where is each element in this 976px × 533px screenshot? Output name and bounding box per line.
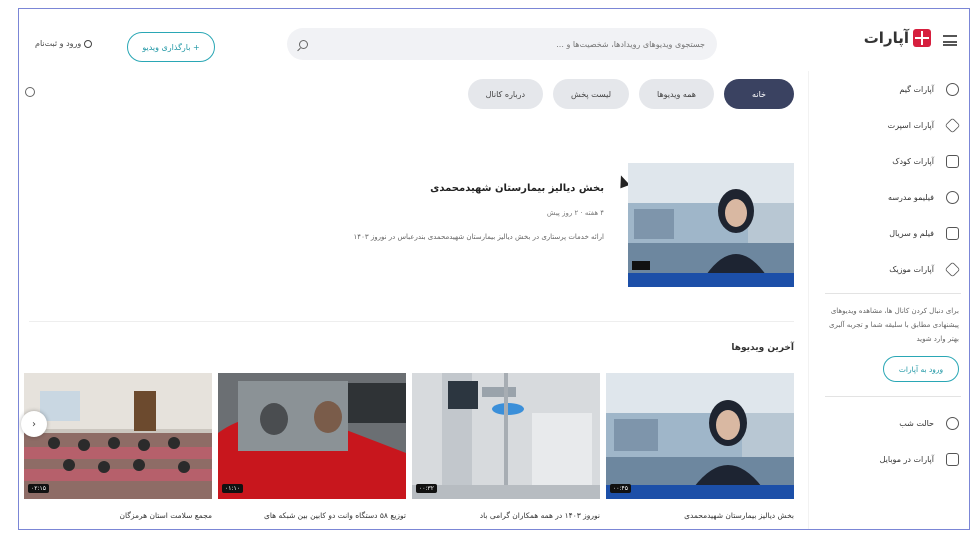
aparat-logo-icon xyxy=(913,29,931,47)
tab-playlists[interactable]: لیست پخش xyxy=(553,79,630,109)
login-link[interactable]: ورود و ثبت‌نام xyxy=(35,39,93,48)
video-title[interactable]: نوروز ۱۴۰۳ در همه همکاران گرامی باد xyxy=(412,511,600,520)
video-card[interactable]: ۰۱:۱۰ توزیع ۵۸ دستگاه وانت دو کابین بین … xyxy=(218,373,406,523)
logo-text: آپارات xyxy=(863,29,909,47)
sidebar-item-music[interactable]: آپارات موزیک xyxy=(817,251,969,287)
featured-title[interactable]: بخش دیالیز بیمارستان شهیدمحمدی xyxy=(430,183,604,194)
video-thumbnail[interactable]: ۰۰:۴۵ xyxy=(606,373,794,499)
video-title[interactable]: توزیع ۵۸ دستگاه وانت دو کابین بین شبکه ه… xyxy=(218,511,406,520)
tab-all-videos[interactable]: همه ویدیوها xyxy=(639,79,714,109)
video-thumbnail[interactable]: ۰۲:۱۵ xyxy=(24,373,212,499)
kids-icon xyxy=(946,154,959,168)
channel-main: خانه همه ویدیوها لیست پخش درباره کانال ب… xyxy=(19,71,809,529)
sidebar-item-label: فیلم و سریال xyxy=(889,228,934,238)
sidebar-item-game[interactable]: آپارات گیم xyxy=(817,71,969,107)
sidebar-divider xyxy=(825,396,961,397)
section-divider xyxy=(29,321,794,322)
video-duration-badge: ۰۲:۱۵ xyxy=(28,484,49,493)
mobile-icon xyxy=(946,452,959,466)
sidebar-item-kids[interactable]: آپارات کودک xyxy=(817,143,969,179)
video-duration-badge: ۰۰:۴۵ xyxy=(610,484,631,493)
tab-about[interactable]: درباره کانال xyxy=(467,79,544,109)
gamepad-icon xyxy=(946,82,959,96)
music-icon xyxy=(944,261,961,277)
sport-icon xyxy=(944,117,961,133)
featured-meta: ۴ هفته · ۲ روز پیش xyxy=(546,209,604,217)
sidebar-item-label: آپارات اسپرت xyxy=(887,120,934,130)
sidebar-login-note: برای دنبال کردن کانال ها، مشاهده ویدیوها… xyxy=(828,307,959,343)
mobile-app-label: آپارات در موبایل xyxy=(879,454,934,464)
sidebar-item-label: آپارات گیم xyxy=(899,84,934,94)
video-duration-badge: ۰۰:۳۲ xyxy=(416,484,437,493)
latest-videos-title[interactable]: آخرین ویدیوها xyxy=(731,343,794,353)
video-duration-badge: ۰۱:۱۰ xyxy=(222,484,243,493)
login-label: ورود و ثبت‌نام xyxy=(35,39,82,48)
sidebar-item-sport[interactable]: آپارات اسپرت xyxy=(817,107,969,143)
thumbnail-image xyxy=(218,373,406,499)
search-input[interactable] xyxy=(316,39,705,49)
video-card[interactable]: ۰۰:۳۲ نوروز ۱۴۰۳ در همه همکاران گرامی با… xyxy=(412,373,600,523)
tab-home[interactable]: خانه xyxy=(724,79,794,109)
user-icon xyxy=(84,39,93,48)
video-title[interactable]: مجمع سلامت استان هرمزگان xyxy=(24,511,212,520)
sidebar: آپارات گیم آپارات اسپرت آپارات کودک فیلی… xyxy=(817,71,969,529)
sidebar-item-label: آپارات کودک xyxy=(892,156,934,166)
video-title[interactable]: بخش دیالیز بیمارستان شهیدمحمدی xyxy=(606,511,794,520)
upload-video-button[interactable]: + بارگذاری ویدیو xyxy=(127,32,215,62)
video-thumbnail[interactable]: ۰۱:۱۰ xyxy=(218,373,406,499)
sidebar-item-label: فیلیمو مدرسه xyxy=(888,192,934,202)
video-card[interactable]: ۰۰:۴۵ بخش دیالیز بیمارستان شهیدمحمدی xyxy=(606,373,794,523)
logo[interactable]: آپارات xyxy=(864,29,931,47)
night-mode-item[interactable]: حالت شب xyxy=(817,405,969,441)
school-icon xyxy=(946,190,959,204)
featured-description: ارائه خدمات پرستاری در بخش دیالیز بیمارس… xyxy=(353,233,604,241)
carousel-prev-button[interactable]: ‹ xyxy=(21,411,47,437)
search-bar[interactable] xyxy=(287,28,717,60)
browser-frame: آپارات + بارگذاری ویدیو ورود و ثبت‌نام آ… xyxy=(18,8,970,530)
night-mode-label: حالت شب xyxy=(899,418,934,428)
featured-video[interactable]: بخش دیالیز بیمارستان شهیدمحمدی ۴ هفته · … xyxy=(19,163,794,293)
thumbnail-image xyxy=(412,373,600,499)
thumbnail-image xyxy=(24,373,212,499)
channel-search-icon[interactable] xyxy=(25,87,35,97)
thumbnail-image xyxy=(606,373,794,499)
featured-thumbnail-image xyxy=(628,163,794,287)
mobile-app-item[interactable]: آپارات در موبایل xyxy=(817,441,969,477)
film-icon xyxy=(946,226,959,240)
video-card[interactable]: ۰۲:۱۵ مجمع سلامت استان هرمزگان xyxy=(24,373,212,523)
video-thumbnail[interactable]: ۰۰:۳۲ xyxy=(412,373,600,499)
search-icon[interactable] xyxy=(299,39,308,49)
sidebar-login-button[interactable]: ورود به آپارات xyxy=(883,356,959,382)
menu-icon[interactable] xyxy=(943,35,957,46)
sidebar-item-label: آپارات موزیک xyxy=(889,264,934,274)
channel-tabs: خانه همه ویدیوها لیست پخش درباره کانال xyxy=(467,79,794,109)
featured-thumbnail[interactable] xyxy=(628,163,794,287)
night-mode-icon xyxy=(946,416,959,430)
chevron-left-icon: ‹ xyxy=(32,418,36,430)
sidebar-item-school[interactable]: فیلیمو مدرسه xyxy=(817,179,969,215)
sidebar-item-film[interactable]: فیلم و سریال xyxy=(817,215,969,251)
top-bar: آپارات + بارگذاری ویدیو ورود و ثبت‌نام xyxy=(19,9,969,71)
latest-videos-row: ۰۰:۴۵ بخش دیالیز بیمارستان شهیدمحمدی ۰۰:… xyxy=(24,373,794,523)
